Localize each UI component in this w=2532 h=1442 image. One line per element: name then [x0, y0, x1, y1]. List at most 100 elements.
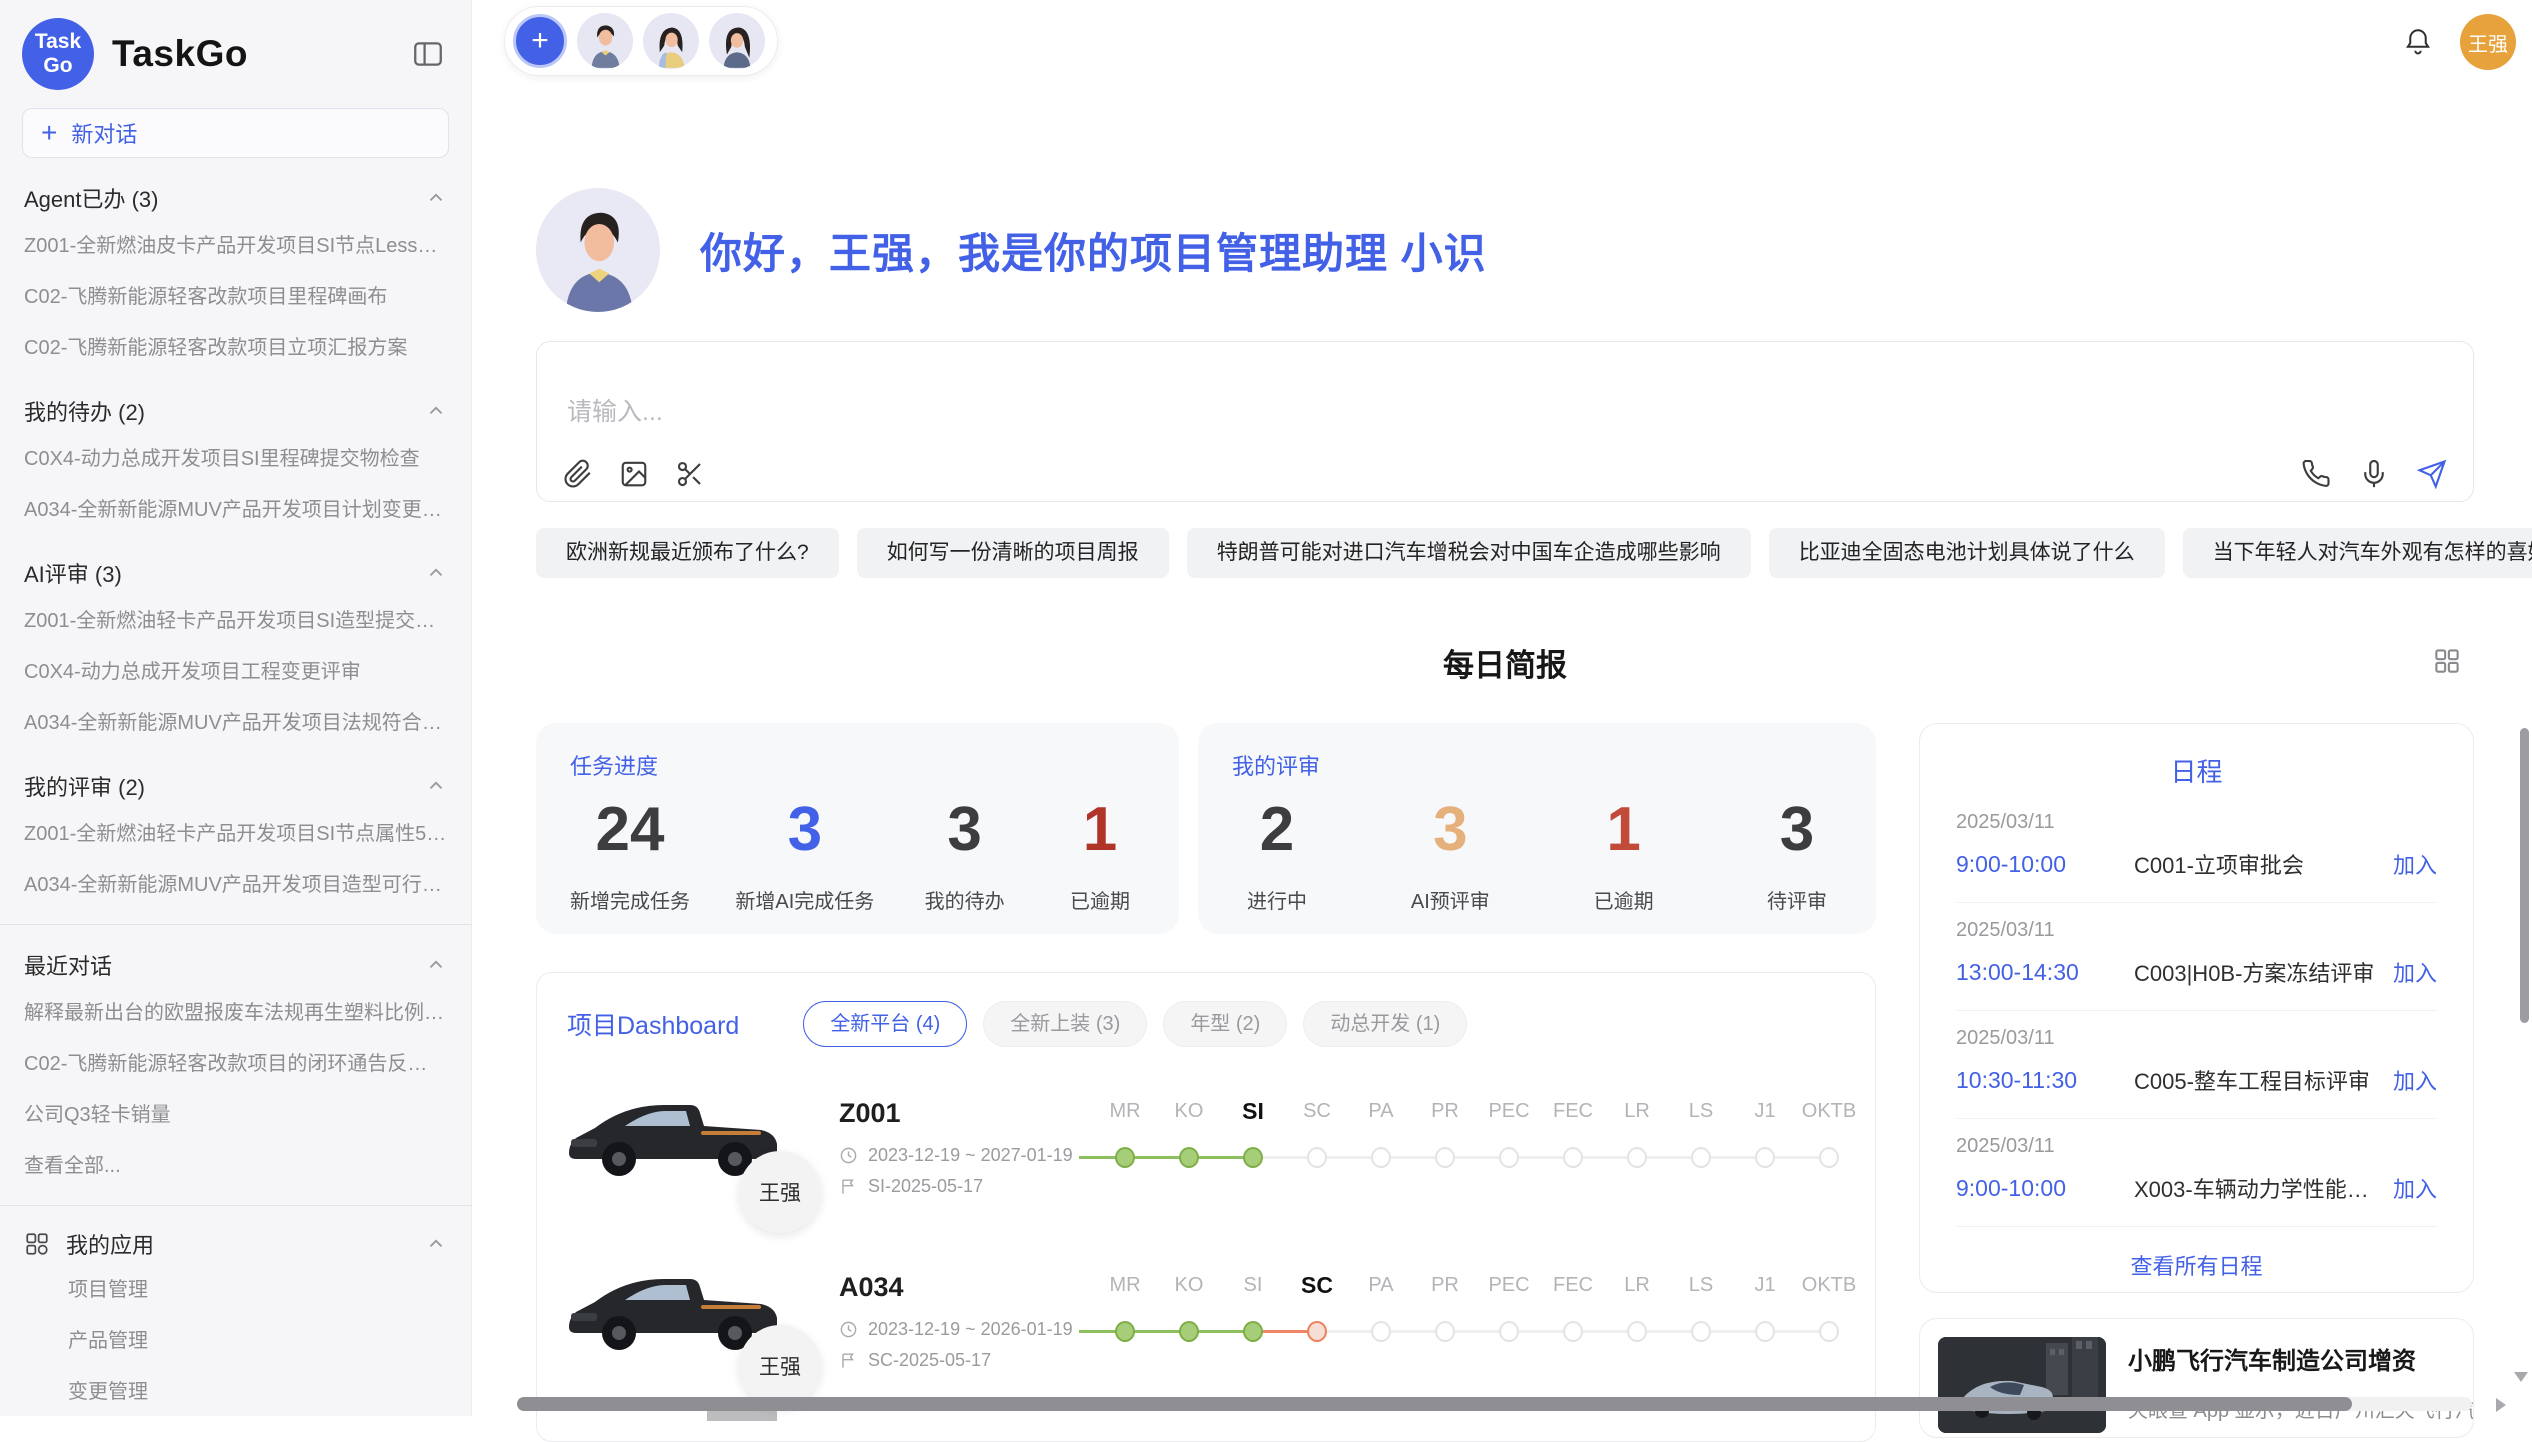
sidebar-item[interactable]: C0X4-动力总成开发项目工程变更评审 [24, 644, 447, 695]
chevron-up-icon[interactable] [425, 775, 447, 797]
suggestion-chip[interactable]: 比亚迪全固态电池计划具体说了什么 [1769, 528, 2165, 578]
section-my-review[interactable]: 我的评审 (2) [24, 770, 447, 802]
scroll-down-arrow[interactable] [2514, 1372, 2528, 1382]
section-agent-done[interactable]: Agent已办 (3) [24, 182, 447, 214]
suggestion-chip[interactable]: 特朗普可能对进口汽车增税会对中国车企造成哪些影响 [1187, 528, 1751, 578]
tab-new-platform[interactable]: 全新平台 (4) [803, 1001, 967, 1047]
image-icon[interactable] [619, 459, 649, 489]
schedule-item[interactable]: 2025/03/11 9:00-10:00 C001-立项审批会 加入 [1956, 795, 2437, 903]
section-my-todo[interactable]: 我的待办 (2) [24, 395, 447, 427]
user-avatar[interactable]: 王强 [2460, 14, 2516, 70]
milestone-pa: PA [1349, 1269, 1413, 1373]
greeting-block: 你好，王强，我是你的项目管理助理 小识 [536, 188, 1487, 312]
join-meeting-link[interactable]: 加入 [2393, 848, 2437, 880]
microphone-icon[interactable] [2359, 459, 2389, 489]
sidebar-item[interactable]: A034-全新新能源MUV产品开发项目造型可行性评审 [24, 857, 447, 908]
horizontal-scrollbar-track[interactable] [517, 1397, 2472, 1411]
scissors-icon[interactable] [675, 459, 705, 489]
schedule-item[interactable]: 2025/03/11 10:30-11:30 C005-整车工程目标评审 加入 [1956, 1011, 2437, 1119]
flag-icon [839, 1351, 858, 1370]
recent-chat-item[interactable]: 解释最新出台的欧盟报废车法规再生塑料比例被调至15%... [24, 985, 447, 1036]
app-item-project-mgmt[interactable]: 项目管理 [24, 1262, 447, 1313]
sidebar-item[interactable]: Z001-全新燃油轻卡产品开发项目SI造型提交物评审 [24, 593, 447, 644]
news-card[interactable]: 小鹏飞行汽车制造公司增资 天眼查 App 显示，近日广州汇天飞行汽... [1919, 1318, 2474, 1438]
app-item-product-mgmt[interactable]: 产品管理 [24, 1313, 447, 1364]
voice-call-icon[interactable] [2301, 459, 2331, 489]
schedule-event-title: C003|H0B-方案冻结评审 [2134, 956, 2379, 988]
project-owner-badge: 王强 [739, 1151, 821, 1233]
sidebar-item-my-apps[interactable]: 我的应用 [24, 1228, 447, 1260]
new-chat-button[interactable]: + 新对话 [22, 108, 449, 158]
add-agent-button[interactable]: + [513, 14, 567, 68]
milestone-si-current: SI [1221, 1095, 1285, 1199]
view-all-schedule-link[interactable]: 查看所有日程 [1920, 1249, 2473, 1281]
chevron-up-icon[interactable] [425, 1233, 447, 1255]
suggestion-chip[interactable]: 如何写一份清晰的项目周报 [857, 528, 1169, 578]
milestone-ls: LS [1669, 1269, 1733, 1373]
sidebar-item[interactable]: A034-全新新能源MUV产品开发项目法规符合性评审 [24, 695, 447, 746]
milestone-lr: LR [1605, 1269, 1669, 1373]
news-title: 小鹏飞行汽车制造公司增资 [2128, 1341, 2474, 1376]
sidebar-item[interactable]: A034-全新新能源MUV产品开发项目计划变更表编写 [24, 482, 447, 533]
milestone-dot [1371, 1321, 1391, 1342]
divider [0, 1205, 471, 1206]
notifications-bell-icon[interactable] [2402, 26, 2434, 58]
chevron-up-icon[interactable] [425, 187, 447, 209]
suggestion-chip[interactable]: 欧洲新规最近颁布了什么? [536, 528, 839, 578]
milestone-oktb: OKTB [1797, 1095, 1861, 1199]
suggestion-chip[interactable]: 当下年轻人对汽车外观有怎样的喜好趋势 [2183, 528, 2532, 578]
schedule-title: 日程 [1920, 752, 2473, 789]
dashboard-header: 项目Dashboard 全新平台 (4) 全新上装 (3) 年型 (2) 动总开… [537, 973, 1875, 1057]
milestone-ko: KO [1157, 1269, 1221, 1373]
recent-chat-item[interactable]: C02-飞腾新能源轻客改款项目的闭环通告反馈情况 [24, 1036, 447, 1087]
agent-avatar-3[interactable] [709, 13, 765, 69]
milestone-dot [1307, 1321, 1327, 1342]
milestone-j1: J1 [1733, 1269, 1797, 1373]
join-meeting-link[interactable]: 加入 [2393, 1064, 2437, 1096]
stat-pending-review: 3待评审 [1752, 791, 1842, 914]
tab-model-year[interactable]: 年型 (2) [1163, 1001, 1287, 1047]
agent-avatar-1[interactable] [577, 13, 633, 69]
agent-avatar-2[interactable] [643, 13, 699, 69]
project-code: A034 [839, 1272, 1087, 1303]
section-recent-chats[interactable]: 最近对话 [24, 949, 447, 981]
chevron-up-icon[interactable] [425, 562, 447, 584]
sidebar-item[interactable]: C02-飞腾新能源轻客改款项目里程碑画布 [24, 269, 447, 320]
layout-grid-icon[interactable] [2432, 646, 2462, 676]
logo-text-top: Task [35, 30, 81, 54]
milestone-pec: PEC [1477, 1095, 1541, 1199]
schedule-item[interactable]: 2025/03/11 13:00-14:30 C003|H0B-方案冻结评审 加… [1956, 903, 2437, 1011]
scroll-right-arrow[interactable] [2496, 1398, 2506, 1412]
project-row-a034[interactable]: 王强 A034 2023-12-19 ~ 2026-01-19 SC-2025-… [537, 1237, 1875, 1405]
view-all-chats-link[interactable]: 查看全部... [24, 1138, 447, 1189]
join-meeting-link[interactable]: 加入 [2393, 956, 2437, 988]
sidebar-item[interactable]: Z001-全新燃油轻卡产品开发项目SI节点属性5D文件评审 [24, 806, 447, 857]
horizontal-scrollbar-thumb[interactable] [517, 1397, 2352, 1411]
attachment-icon[interactable] [563, 459, 593, 489]
sidebar-toggle-icon[interactable] [411, 37, 445, 71]
chevron-up-icon[interactable] [425, 400, 447, 422]
milestone-dot [1563, 1321, 1583, 1342]
project-row-z001[interactable]: 王强 Z001 2023-12-19 ~ 2027-01-19 SI-2025-… [537, 1063, 1875, 1231]
section-title: AI评审 (3) [24, 557, 122, 589]
schedule-event-title: C005-整车工程目标评审 [2134, 1064, 2379, 1096]
composer-tools-left [563, 459, 705, 489]
chevron-up-icon[interactable] [425, 954, 447, 976]
clock-icon [839, 1146, 858, 1165]
app-item-change-mgmt[interactable]: 变更管理 [24, 1364, 447, 1415]
tab-new-body[interactable]: 全新上装 (3) [983, 1001, 1147, 1047]
chat-input[interactable] [567, 398, 1767, 427]
vertical-scrollbar-thumb[interactable] [2520, 728, 2529, 1023]
sidebar-item[interactable]: C0X4-动力总成开发项目SI里程碑提交物检查 [24, 431, 447, 482]
recent-chat-item[interactable]: 公司Q3轻卡销量 [24, 1087, 447, 1138]
sidebar-item[interactable]: C02-飞腾新能源轻客改款项目立项汇报方案 [24, 320, 447, 371]
send-icon[interactable] [2417, 459, 2447, 489]
sidebar-item[interactable]: Z001-全新燃油皮卡产品开发项目SI节点Lesson Learn报告 [24, 218, 447, 269]
schedule-item[interactable]: 2025/03/11 9:00-10:00 X003-车辆动力学性能验... 加… [1956, 1119, 2437, 1227]
app-title: TaskGo [112, 33, 248, 75]
tab-powertrain[interactable]: 动总开发 (1) [1303, 1001, 1467, 1047]
milestone-pa: PA [1349, 1095, 1413, 1199]
section-ai-review[interactable]: AI评审 (3) [24, 557, 447, 589]
milestone-dot [1627, 1321, 1647, 1342]
join-meeting-link[interactable]: 加入 [2393, 1172, 2437, 1204]
